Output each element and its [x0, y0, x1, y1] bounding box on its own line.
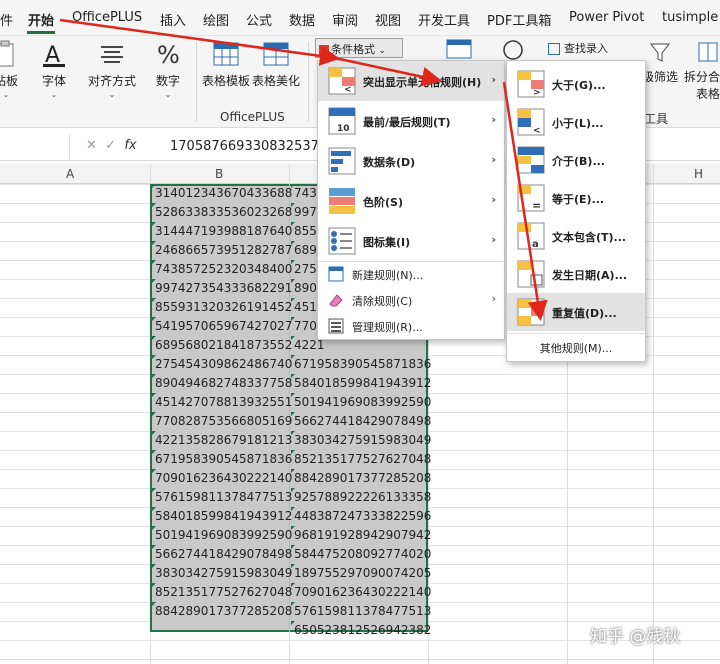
annotation-arrows — [59, 18, 548, 321]
watermark: 知乎 @残秋 — [590, 627, 681, 647]
